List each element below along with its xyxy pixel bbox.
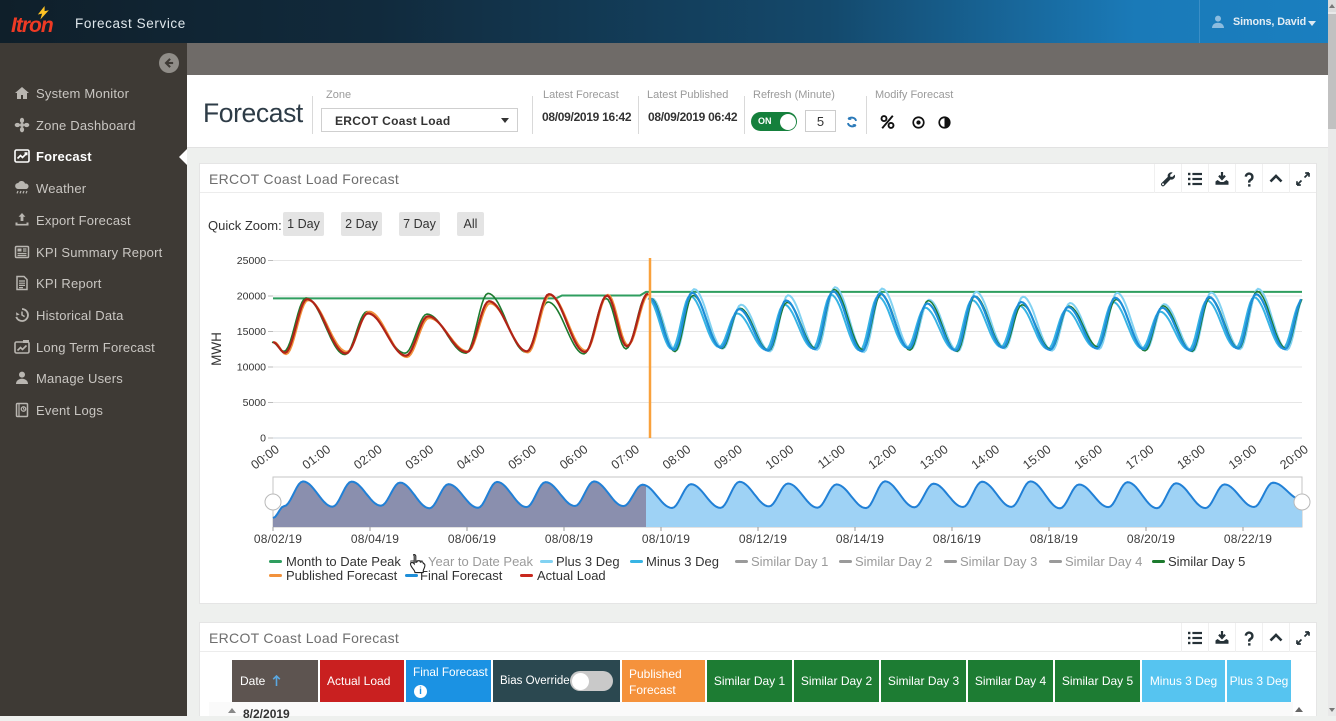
svg-text:0: 0: [260, 433, 266, 445]
svg-text:20000: 20000: [237, 291, 266, 303]
svg-text:08/18/19: 08/18/19: [1030, 532, 1078, 546]
svg-text:08/14/19: 08/14/19: [836, 532, 884, 546]
svg-text:19:00: 19:00: [1226, 442, 1259, 472]
svg-text:10000: 10000: [237, 362, 266, 374]
svg-text:15000: 15000: [237, 326, 266, 338]
svg-text:01:00: 01:00: [300, 442, 333, 472]
svg-text:18:00: 18:00: [1174, 442, 1207, 472]
svg-text:08:00: 08:00: [660, 442, 693, 472]
svg-text:08/16/19: 08/16/19: [933, 532, 981, 546]
svg-text:06:00: 06:00: [557, 442, 590, 472]
svg-text:03:00: 03:00: [403, 442, 436, 472]
svg-text:17:00: 17:00: [1123, 442, 1156, 472]
svg-text:11:00: 11:00: [815, 442, 848, 471]
svg-text:12:00: 12:00: [866, 442, 899, 472]
svg-text:10:00: 10:00: [763, 442, 796, 472]
svg-text:08/04/19: 08/04/19: [351, 532, 399, 546]
svg-text:08/20/19: 08/20/19: [1127, 532, 1175, 546]
svg-text:13:00: 13:00: [917, 442, 950, 472]
svg-text:05:00: 05:00: [506, 442, 539, 472]
svg-text:08/08/19: 08/08/19: [545, 532, 593, 546]
svg-text:00:00: 00:00: [248, 442, 281, 472]
svg-text:08/06/19: 08/06/19: [448, 532, 496, 546]
svg-text:20:00: 20:00: [1277, 442, 1310, 472]
svg-text:16:00: 16:00: [1072, 442, 1105, 472]
svg-text:08/10/19: 08/10/19: [642, 532, 690, 546]
svg-text:MWH: MWH: [209, 332, 224, 366]
svg-text:25000: 25000: [237, 255, 266, 267]
svg-text:08/02/19: 08/02/19: [254, 532, 302, 546]
svg-text:07:00: 07:00: [609, 442, 642, 472]
svg-text:09:00: 09:00: [711, 442, 744, 472]
svg-text:02:00: 02:00: [351, 442, 384, 472]
svg-text:08/12/19: 08/12/19: [739, 532, 787, 546]
svg-text:08/22/19: 08/22/19: [1224, 532, 1272, 546]
svg-text:5000: 5000: [243, 397, 267, 409]
svg-text:14:00: 14:00: [969, 442, 1002, 472]
svg-text:04:00: 04:00: [454, 442, 487, 472]
svg-text:15:00: 15:00: [1020, 442, 1053, 472]
